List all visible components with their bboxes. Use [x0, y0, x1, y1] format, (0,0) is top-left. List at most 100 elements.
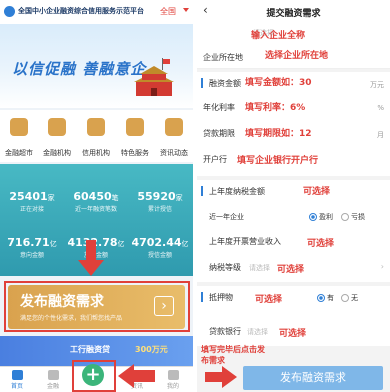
stat-unit: 笔: [111, 194, 119, 202]
rate-unit: %: [377, 104, 384, 112]
radio-collateral-yes[interactable]: [317, 294, 325, 302]
annotation-submit-line2: 布需求: [201, 356, 225, 365]
annotation-location: 选择企业所在地: [265, 51, 329, 61]
annotation-highlight-box: [72, 360, 116, 392]
annotation-tax: 可选择: [303, 187, 331, 197]
stat-unit: 家: [175, 194, 183, 202]
tab-finance[interactable]: 金融: [38, 370, 68, 390]
stat-label: 累计授信: [147, 206, 172, 213]
quick-link-special-services[interactable]: 特色服务: [116, 110, 154, 162]
annotation-submit-line1: 填写完毕后点击发: [201, 345, 265, 354]
chevron-down-icon[interactable]: [183, 8, 189, 12]
news-icon: [165, 118, 183, 136]
submit-demand-screen: ‹ 提交融资需求 请选择 输入企业全称 企业所在地 选择企业所在地 融资金额 万…: [197, 0, 390, 392]
amount-unit: 万元: [370, 81, 384, 89]
stat-value: 4702.44: [131, 236, 182, 249]
banner-slogan: 以信促融 善融意企: [12, 60, 147, 78]
stat-item: 55920家 累计授信: [128, 190, 192, 213]
amount-label: 融资金额: [209, 79, 241, 88]
submit-demand-button[interactable]: 发布融资需求: [243, 366, 383, 390]
tiananmen-gate-icon: [134, 58, 174, 96]
radio-collateral-no[interactable]: [341, 294, 349, 302]
stat-unit: 亿: [117, 240, 125, 248]
stat-label: 近一年融资笔数: [74, 206, 117, 213]
home-icon: [11, 370, 23, 380]
stat-item: 4132.78亿 放款金额: [64, 236, 128, 259]
radio-profit[interactable]: [309, 213, 317, 221]
user-icon: [167, 370, 179, 380]
credit-icon: [87, 118, 105, 136]
stat-unit: 家: [47, 194, 55, 202]
annotation-arrow-left-head: [118, 364, 134, 388]
stat-value: 25401: [9, 190, 48, 203]
annotation-company-name: 输入企业全称: [251, 31, 306, 41]
collateral-label: 抵押物: [209, 293, 233, 302]
promo-text: 工行融资贷: [70, 345, 110, 354]
option-profit-label: 盈利: [319, 213, 333, 221]
tax-amount-label: 上年度纳税金额: [209, 187, 265, 196]
term-unit: 月: [377, 131, 384, 139]
section-accent-bar: [201, 186, 203, 196]
stat-label: 授信金额: [147, 252, 172, 259]
quick-link-credit-institutions[interactable]: 信用机构: [77, 110, 115, 162]
finance-icon: [47, 370, 59, 380]
rate-label: 年化利率: [203, 103, 235, 112]
annotation-collateral: 可选择: [255, 295, 283, 305]
annotation-term: 填写期限如：12: [245, 129, 312, 139]
section-accent-bar: [201, 78, 203, 88]
stat-label: 放款金额: [64, 250, 128, 259]
form-header: ‹ 提交融资需求: [197, 0, 390, 23]
platform-logo-icon: [4, 6, 15, 17]
stat-unit: 亿: [49, 240, 57, 248]
company-location-label: 企业所在地: [203, 53, 243, 62]
home-banner[interactable]: 以信促融 善融意企: [0, 24, 193, 108]
bag-icon: [10, 118, 28, 136]
annotation-loan-bank: 可选择: [279, 329, 307, 339]
tab-mine-label: 我的: [166, 383, 179, 390]
annotation-arrow-right: [205, 372, 223, 382]
quick-links: 金融超市 金融机构 信用机构 特色服务 资讯动态: [0, 110, 193, 162]
stat-item: 25401家 正在对接: [0, 190, 64, 213]
option-loss-label: 亏损: [351, 213, 365, 221]
bank-icon: [48, 118, 66, 136]
term-label: 贷款期限: [203, 129, 235, 138]
location-selector[interactable]: 全国: [160, 6, 176, 17]
home-screen: 全国中小企业融资综合信用服务示范平台 全国 以信促融 善融意企 金融超市 金融机…: [0, 0, 193, 392]
section-accent-bar: [201, 292, 203, 302]
platform-title: 全国中小企业融资综合信用服务示范平台: [18, 7, 144, 15]
annotation-arrow-down: [86, 240, 96, 262]
quick-link-finance-market[interactable]: 金融超市: [0, 110, 38, 162]
home-header: 全国中小企业融资综合信用服务示范平台 全国: [0, 0, 193, 24]
stat-item: 60450笔 近一年融资笔数: [64, 190, 128, 213]
option-yes-label: 有: [327, 294, 334, 302]
annotation-rate: 填写利率：6%: [245, 103, 306, 113]
page-title: 提交融资需求: [266, 9, 321, 19]
quick-link-financial-institutions[interactable]: 金融机构: [38, 110, 76, 162]
tab-home[interactable]: 首页: [2, 370, 32, 390]
stat-item: 4702.44亿 授信金额: [128, 236, 192, 259]
annotation-arrow-down-head: [78, 260, 104, 276]
stat-value: 55920: [137, 190, 176, 203]
tab-finance-label: 金融: [46, 383, 59, 390]
stat-label: 正在对接: [19, 206, 44, 213]
quick-link-news[interactable]: 资讯动态: [155, 110, 193, 162]
annotation-arrow-right-head: [222, 366, 237, 388]
tab-mine[interactable]: 我的: [158, 370, 188, 390]
invoice-income-label: 上年度开票营业收入: [209, 237, 281, 246]
stat-value: 60450: [73, 190, 112, 203]
radio-loss[interactable]: [341, 213, 349, 221]
tax-grade-placeholder[interactable]: 请选择: [249, 263, 270, 273]
tab-home-label: 首页: [10, 383, 23, 390]
annotation-amount: 填写金额如：30: [245, 78, 312, 88]
gift-icon: [126, 118, 144, 136]
recent-year-label: 近一年企业: [209, 213, 244, 221]
tax-grade-label: 纳税等级: [209, 263, 241, 272]
stat-unit: 亿: [181, 240, 189, 248]
loan-bank-placeholder[interactable]: 请选择: [247, 327, 268, 337]
annotation-arrow-left: [133, 370, 155, 382]
chevron-right-icon: ›: [380, 262, 384, 271]
stat-value: 716.71: [7, 236, 50, 249]
annotation-grade: 可选择: [277, 265, 305, 275]
stat-item: 716.71亿 意向金额: [0, 236, 64, 259]
loan-bank-label: 贷款银行: [209, 327, 241, 336]
